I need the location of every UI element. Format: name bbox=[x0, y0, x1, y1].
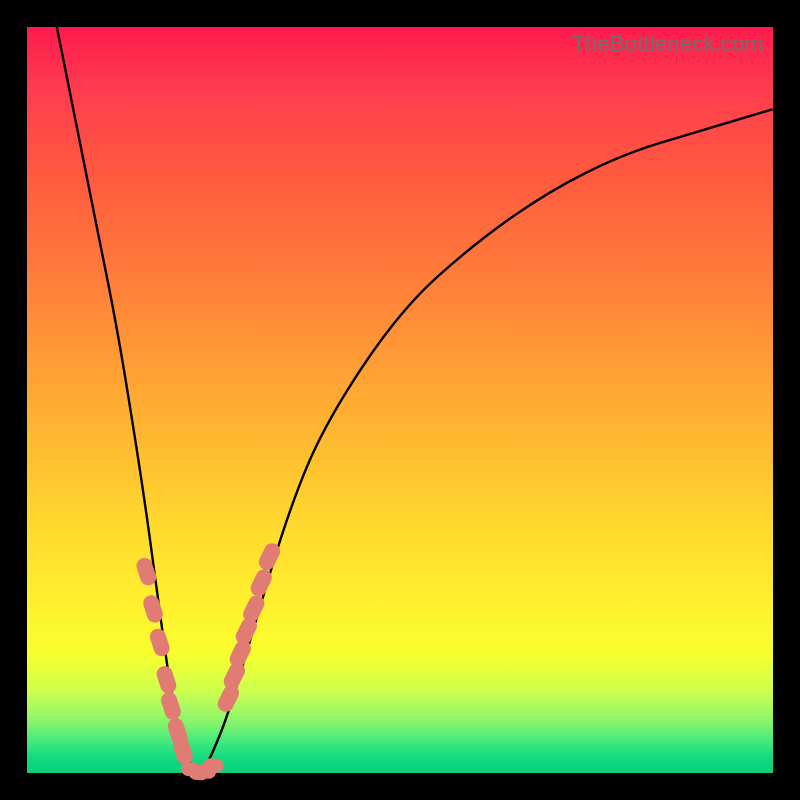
plot-area: TheBottleneck.com bbox=[27, 27, 773, 773]
curve-marker bbox=[155, 664, 179, 696]
bottleneck-curve bbox=[57, 27, 773, 771]
curve-svg bbox=[27, 27, 773, 773]
curve-marker bbox=[159, 690, 183, 722]
curve-marker bbox=[148, 627, 172, 659]
chart-canvas: TheBottleneck.com bbox=[0, 0, 800, 800]
marker-group bbox=[134, 541, 282, 781]
